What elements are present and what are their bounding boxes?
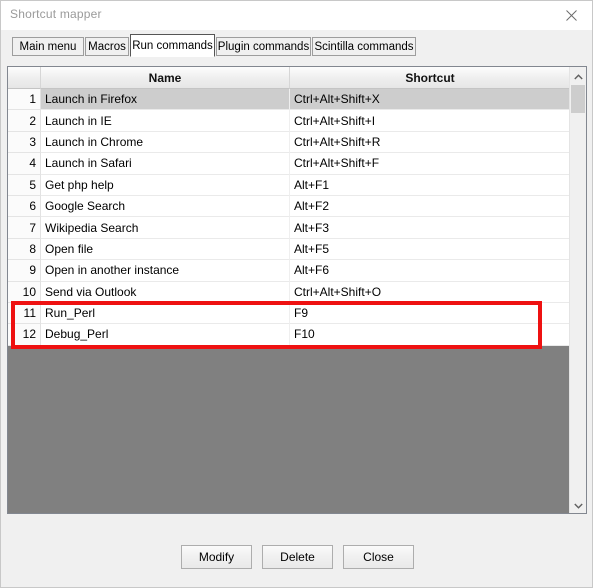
row-command-name: Open in another instance xyxy=(41,260,290,282)
tab-plugin-commands[interactable]: Plugin commands xyxy=(216,37,311,56)
row-index: 9 xyxy=(8,260,41,282)
table-row[interactable]: 12 Debug_Perl F10 xyxy=(8,324,586,346)
shortcut-list[interactable]: Name Shortcut 1 Launch in Firefox Ctrl+Alt… xyxy=(7,66,587,514)
column-header-name[interactable]: Name xyxy=(41,67,290,89)
row-shortcut: Ctrl+Alt+Shift+O xyxy=(290,282,586,303)
row-shortcut: F10 xyxy=(290,324,586,346)
table-row[interactable]: 1 Launch in Firefox Ctrl+Alt+Shift+X xyxy=(8,89,586,111)
chevron-up-icon xyxy=(573,67,583,85)
chevron-down-icon xyxy=(573,496,583,514)
row-command-name: Wikipedia Search xyxy=(41,217,290,239)
row-command-name: Open file xyxy=(41,238,290,261)
tab-strip: Main menu Macros Run commands Plugin com… xyxy=(1,30,592,60)
scroll-up-button[interactable] xyxy=(570,67,586,84)
table-row[interactable]: 8 Open file Alt+F5 xyxy=(8,238,586,261)
row-index: 10 xyxy=(8,281,41,303)
table-row[interactable]: 6 Google Search Alt+F2 xyxy=(8,195,586,218)
row-shortcut: Ctrl+Alt+Shift+I xyxy=(290,110,586,132)
column-header-index[interactable] xyxy=(8,67,41,89)
table-body: 1 Launch in Firefox Ctrl+Alt+Shift+X 2 Launc… xyxy=(8,89,586,513)
table-row[interactable]: 4 Launch in Safari Ctrl+Alt+Shift+F xyxy=(8,153,586,175)
row-command-name: Launch in Firefox xyxy=(41,89,290,111)
row-index: 5 xyxy=(8,174,41,196)
row-index: 1 xyxy=(8,89,41,111)
scroll-down-button[interactable] xyxy=(570,496,586,513)
row-shortcut: F9 xyxy=(290,303,586,325)
table-row[interactable]: 2 Launch in IE Ctrl+Alt+Shift+I xyxy=(8,110,586,132)
scrollbar-thumb[interactable] xyxy=(571,85,585,113)
table-row[interactable]: 7 Wikipedia Search Alt+F3 xyxy=(8,217,586,239)
row-command-name: Send via Outlook xyxy=(41,281,290,303)
row-command-name: Google Search xyxy=(41,195,290,218)
row-command-name: Launch in Safari xyxy=(41,153,290,175)
row-shortcut: Ctrl+Alt+Shift+R xyxy=(290,132,586,154)
row-command-name: Launch in IE xyxy=(41,110,290,132)
tab-run-commands[interactable]: Run commands xyxy=(130,34,215,57)
row-shortcut: Alt+F1 xyxy=(290,175,586,196)
table-header-row: Name Shortcut xyxy=(8,67,586,89)
row-command-name: Debug_Perl xyxy=(41,324,290,346)
table-row[interactable]: 11 Run_Perl F9 xyxy=(8,302,586,325)
row-shortcut: Alt+F5 xyxy=(290,239,586,261)
title-bar: Shortcut mapper xyxy=(1,1,592,31)
row-shortcut: Ctrl+Alt+Shift+F xyxy=(290,153,586,175)
row-shortcut: Alt+F6 xyxy=(290,260,586,282)
row-command-name: Run_Perl xyxy=(41,302,290,325)
close-icon xyxy=(565,9,577,21)
modify-button[interactable]: Modify xyxy=(181,545,252,569)
row-shortcut: Alt+F2 xyxy=(290,196,586,218)
tab-main-menu[interactable]: Main menu xyxy=(12,37,84,56)
row-index: 6 xyxy=(8,195,41,218)
table-row[interactable]: 5 Get php help Alt+F1 xyxy=(8,174,586,196)
table-row[interactable]: 3 Launch in Chrome Ctrl+Alt+Shift+R xyxy=(8,131,586,154)
close-window-button[interactable] xyxy=(548,1,592,29)
row-index: 12 xyxy=(8,324,41,346)
row-index: 7 xyxy=(8,217,41,239)
row-index: 8 xyxy=(8,238,41,261)
row-index: 3 xyxy=(8,131,41,154)
row-shortcut: Ctrl+Alt+Shift+X xyxy=(290,89,586,111)
row-command-name: Launch in Chrome xyxy=(41,131,290,154)
tab-scintilla-commands[interactable]: Scintilla commands xyxy=(312,37,416,56)
row-index: 2 xyxy=(8,110,41,132)
row-index: 4 xyxy=(8,153,41,175)
tab-macros[interactable]: Macros xyxy=(85,37,129,56)
delete-button[interactable]: Delete xyxy=(262,545,333,569)
table-row[interactable]: 9 Open in another instance Alt+F6 xyxy=(8,260,586,282)
row-index: 11 xyxy=(8,302,41,325)
row-shortcut: Alt+F3 xyxy=(290,217,586,239)
window-title: Shortcut mapper xyxy=(10,7,102,21)
vertical-scrollbar[interactable] xyxy=(569,67,586,513)
row-command-name: Get php help xyxy=(41,174,290,196)
table-row[interactable]: 10 Send via Outlook Ctrl+Alt+Shift+O xyxy=(8,281,586,303)
column-header-shortcut[interactable]: Shortcut xyxy=(290,67,570,89)
shortcut-mapper-dialog: Shortcut mapper Main menu Macros Run com… xyxy=(0,0,593,588)
close-button[interactable]: Close xyxy=(343,545,414,569)
